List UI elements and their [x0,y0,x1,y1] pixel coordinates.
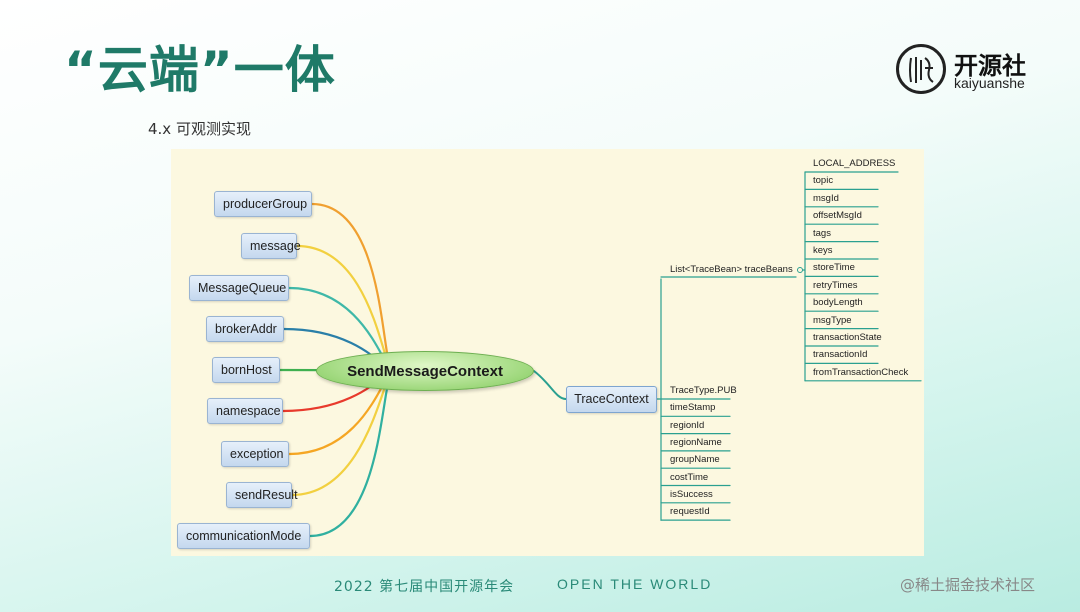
left-node-sendresult: sendResult [226,482,298,508]
bean-field-transactionstate: transactionState [813,332,882,343]
left-node-exception: exception [221,441,289,467]
left-node-namespace: namespace [207,398,283,424]
left-node-message: message [241,233,301,259]
bean-field-retrytimes: retryTimes [813,279,858,291]
bean-field-msgtype: msgType [813,314,852,326]
trace-field-groupname: groupName [670,454,720,466]
left-node-brokeraddr: brokerAddr [206,316,284,342]
bean-field-storetime: storeTime [813,262,855,274]
branch-producergroup [310,202,393,373]
trace-field-tracetype-pub: TraceType.PUB [670,385,737,396]
left-node-messagequeue: MessageQueue [189,275,289,301]
trace-beans-label: List<TraceBean> traceBeans [670,264,793,275]
logo-name-en: kaiyuanshe [954,75,1025,91]
trace-field-timestamp: timeStamp [670,402,716,414]
branch-sendresult [290,369,393,497]
bean-field-keys: keys [813,245,833,256]
left-node-producergroup: producerGroup [214,191,312,217]
trace-field-requestid: requestId [670,506,710,518]
footer-conference: 2022 第七届中国开源年会 [334,579,515,595]
left-node-bornhost: bornHost [212,357,280,383]
bean-field-offsetmsgid: offsetMsgId [813,210,862,222]
footer-slogan: OPEN THE WORLD [557,576,713,592]
trace-context-node: TraceContext [566,386,657,413]
left-node-communicationmode: communicationMode [177,523,310,549]
bean-field-fromtransactioncheck: fromTransactionCheck [813,366,909,378]
trace-field-issuccess: isSuccess [670,488,713,500]
mind-map-diagram: producerGroup message MessageQueue brokerAd… [171,149,924,556]
watermark: @稀土掘金技术社区 [900,576,1036,594]
bean-field-local-address: LOCAL_ADDRESS [813,158,896,169]
branch-communicationmode [308,369,393,538]
trace-field-costtime: costTime [670,471,709,483]
trace-field-regionid: regionId [670,419,705,431]
slide-subtitle: 4.x 可观测实现 [148,120,251,138]
bean-field-topic: topic [813,175,834,187]
branch-trace-context [533,370,567,400]
bean-field-transactionid: transactionId [813,349,868,361]
center-node-send-message-context: SendMessageContext [316,351,534,391]
bean-field-msgid: msgId [813,192,839,204]
kaiyuanshe-logo: 开源社 kaiyuanshe [896,42,1056,98]
logo-emblem-icon [896,44,946,94]
trace-field-regionname: regionName [670,436,722,448]
slide-title: “云端”一体 [64,41,336,99]
bean-field-tags: tags [813,227,831,239]
collapse-dot-icon [797,267,803,273]
bean-field-bodylength: bodyLength [813,297,863,309]
